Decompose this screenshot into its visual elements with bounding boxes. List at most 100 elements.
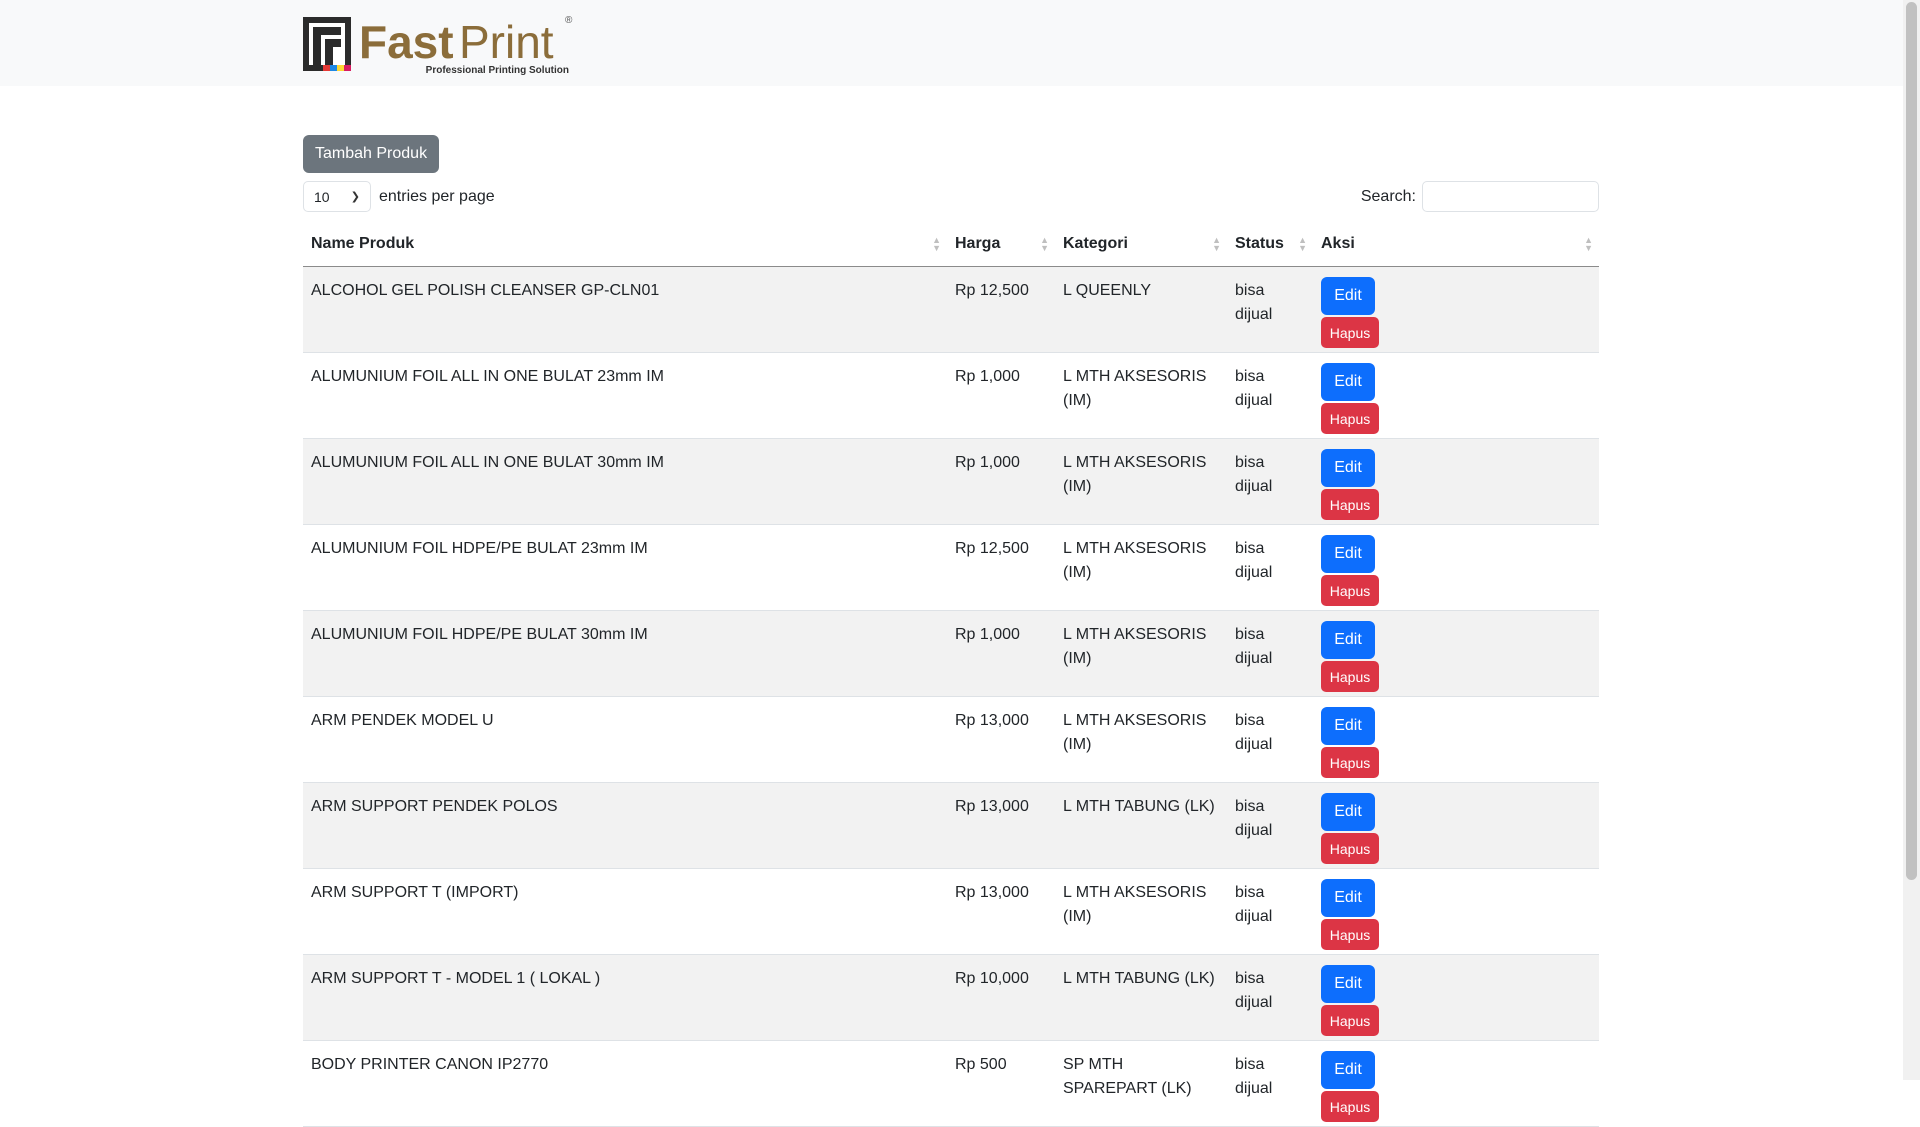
delete-button[interactable]: Hapus	[1321, 575, 1379, 606]
cell-name: ARM SUPPORT T (IMPORT)	[303, 868, 947, 955]
sort-icon: ▲ ▼	[1212, 234, 1221, 253]
entries-length-control: 10 ❯ entries per page	[303, 181, 495, 212]
table-row: ALUMUNIUM FOIL HDPE/PE BULAT 23mm IM Rp 1…	[303, 524, 1599, 611]
edit-button[interactable]: Edit	[1321, 879, 1375, 917]
delete-button[interactable]: Hapus	[1321, 1091, 1379, 1122]
edit-button[interactable]: Edit	[1321, 707, 1375, 745]
cell-status: bisa dijual	[1227, 782, 1313, 869]
table-row: ALUMUNIUM FOIL ALL IN ONE BULAT 23mm IM R…	[303, 352, 1599, 439]
cell-category: L MTH TABUNG (LK)	[1055, 782, 1227, 869]
sort-icon: ▲ ▼	[1040, 234, 1049, 253]
navbar: Fast Print ® Professional Printing Solut…	[0, 0, 1903, 86]
cell-actions: Edit Hapus	[1313, 782, 1599, 869]
column-header-actions[interactable]: Aksi ▲ ▼	[1313, 221, 1599, 267]
table-row: ALUMUNIUM FOIL HDPE/PE BULAT 30mm IM Rp 1…	[303, 610, 1599, 697]
cell-category: L MTH AKSESORIS (IM)	[1055, 438, 1227, 525]
cell-name: ARM SUPPORT T - MODEL 1 ( LOKAL )	[303, 954, 947, 1041]
delete-button[interactable]: Hapus	[1321, 833, 1379, 864]
cell-status: bisa dijual	[1227, 352, 1313, 439]
edit-button[interactable]: Edit	[1321, 363, 1375, 401]
sort-icon: ▲ ▼	[1584, 234, 1593, 253]
cell-name: ALUMUNIUM FOIL HDPE/PE BULAT 23mm IM	[303, 524, 947, 611]
brand-tagline: Professional Printing Solution	[426, 65, 569, 76]
sort-icon: ▲ ▼	[932, 234, 941, 253]
delete-button[interactable]: Hapus	[1321, 403, 1379, 434]
cell-name: ALUMUNIUM FOIL ALL IN ONE BULAT 30mm IM	[303, 438, 947, 525]
registered-mark: ®	[565, 15, 573, 26]
edit-button[interactable]: Edit	[1321, 277, 1375, 315]
cell-category: L MTH AKSESORIS (IM)	[1055, 868, 1227, 955]
search-label: Search:	[1360, 187, 1416, 205]
cell-actions: Edit Hapus	[1313, 696, 1599, 783]
cell-name: ALUMUNIUM FOIL ALL IN ONE BULAT 23mm IM	[303, 352, 947, 439]
cell-status: bisa dijual	[1227, 266, 1313, 353]
column-header-price[interactable]: Harga ▲ ▼	[947, 221, 1055, 267]
cell-name: ALUMUNIUM FOIL HDPE/PE BULAT 30mm IM	[303, 610, 947, 697]
cell-status: bisa dijual	[1227, 1040, 1313, 1127]
cell-category: L QUEENLY	[1055, 266, 1227, 353]
chevron-down-icon: ❯	[350, 191, 360, 203]
scrollbar-thumb[interactable]	[1906, 2, 1917, 880]
table-row: ALUMUNIUM FOIL ALL IN ONE BULAT 30mm IM R…	[303, 438, 1599, 525]
cell-status: bisa dijual	[1227, 868, 1313, 955]
table-row: ARM SUPPORT T (IMPORT) Rp 13,000 L MTH AKS…	[303, 868, 1599, 955]
table-row: ALCOHOL GEL POLISH CLEANSER GP-CLN01 Rp 1…	[303, 266, 1599, 353]
cell-category: L MTH AKSESORIS (IM)	[1055, 696, 1227, 783]
page-scrollbar[interactable]	[1903, 0, 1920, 1080]
cell-category: L MTH AKSESORIS (IM)	[1055, 524, 1227, 611]
delete-button[interactable]: Hapus	[1321, 489, 1379, 520]
cell-actions: Edit Hapus	[1313, 352, 1599, 439]
table-row: ARM PENDEK MODEL U Rp 13,000 L MTH AKSESOR…	[303, 696, 1599, 783]
cell-price: Rp 13,000	[947, 868, 1055, 955]
entries-per-page-label: entries per page	[379, 187, 495, 205]
cell-actions: Edit Hapus	[1313, 954, 1599, 1041]
column-header-name[interactable]: Name Produk ▲ ▼	[303, 221, 947, 267]
delete-button[interactable]: Hapus	[1321, 661, 1379, 692]
table-row: BODY PRINTER CANON IP2770 Rp 500 SP MTH SP…	[303, 1040, 1599, 1127]
cell-price: Rp 1,000	[947, 610, 1055, 697]
table-row: ARM SUPPORT PENDEK POLOS Rp 13,000 L MTH T…	[303, 782, 1599, 869]
cell-status: bisa dijual	[1227, 610, 1313, 697]
cell-category: L MTH AKSESORIS (IM)	[1055, 610, 1227, 697]
edit-button[interactable]: Edit	[1321, 793, 1375, 831]
edit-button[interactable]: Edit	[1321, 1051, 1375, 1089]
edit-button[interactable]: Edit	[1321, 535, 1375, 573]
cell-actions: Edit Hapus	[1313, 1040, 1599, 1127]
cell-status: bisa dijual	[1227, 696, 1313, 783]
cell-price: Rp 1,000	[947, 352, 1055, 439]
edit-button[interactable]: Edit	[1321, 621, 1375, 659]
cell-name: ALCOHOL GEL POLISH CLEANSER GP-CLN01	[303, 266, 947, 353]
cell-actions: Edit Hapus	[1313, 438, 1599, 525]
search-input[interactable]	[1422, 181, 1599, 212]
cell-status: bisa dijual	[1227, 954, 1313, 1041]
edit-button[interactable]: Edit	[1321, 449, 1375, 487]
brand-logo[interactable]: Fast Print ® Professional Printing Solut…	[303, 13, 575, 77]
entries-per-page-value: 10	[314, 188, 330, 205]
cell-price: Rp 12,500	[947, 524, 1055, 611]
edit-button[interactable]: Edit	[1321, 965, 1375, 1003]
cell-actions: Edit Hapus	[1313, 868, 1599, 955]
cell-actions: Edit Hapus	[1313, 266, 1599, 353]
column-header-status[interactable]: Status ▲ ▼	[1227, 221, 1313, 267]
cell-price: Rp 1,000	[947, 438, 1055, 525]
entries-per-page-select[interactable]: 10 ❯	[303, 181, 371, 212]
cell-price: Rp 500	[947, 1040, 1055, 1127]
cell-status: bisa dijual	[1227, 524, 1313, 611]
delete-button[interactable]: Hapus	[1321, 1005, 1379, 1036]
cell-name: ARM SUPPORT PENDEK POLOS	[303, 782, 947, 869]
cell-price: Rp 12,500	[947, 266, 1055, 353]
cell-name: ARM PENDEK MODEL U	[303, 696, 947, 783]
brand-name-fast: Fast	[359, 16, 454, 68]
cell-actions: Edit Hapus	[1313, 610, 1599, 697]
brand-name-print: Print	[459, 16, 554, 68]
search-control: Search:	[1361, 181, 1599, 212]
cell-price: Rp 13,000	[947, 782, 1055, 869]
delete-button[interactable]: Hapus	[1321, 919, 1379, 950]
cell-status: bisa dijual	[1227, 438, 1313, 525]
cell-category: L MTH TABUNG (LK)	[1055, 954, 1227, 1041]
column-header-category[interactable]: Kategori ▲ ▼	[1055, 221, 1227, 267]
add-product-button[interactable]: Tambah Produk	[303, 135, 440, 173]
delete-button[interactable]: Hapus	[1321, 317, 1379, 348]
delete-button[interactable]: Hapus	[1321, 747, 1379, 778]
table-row: ARM SUPPORT T - MODEL 1 ( LOKAL ) Rp 10,0…	[303, 954, 1599, 1041]
